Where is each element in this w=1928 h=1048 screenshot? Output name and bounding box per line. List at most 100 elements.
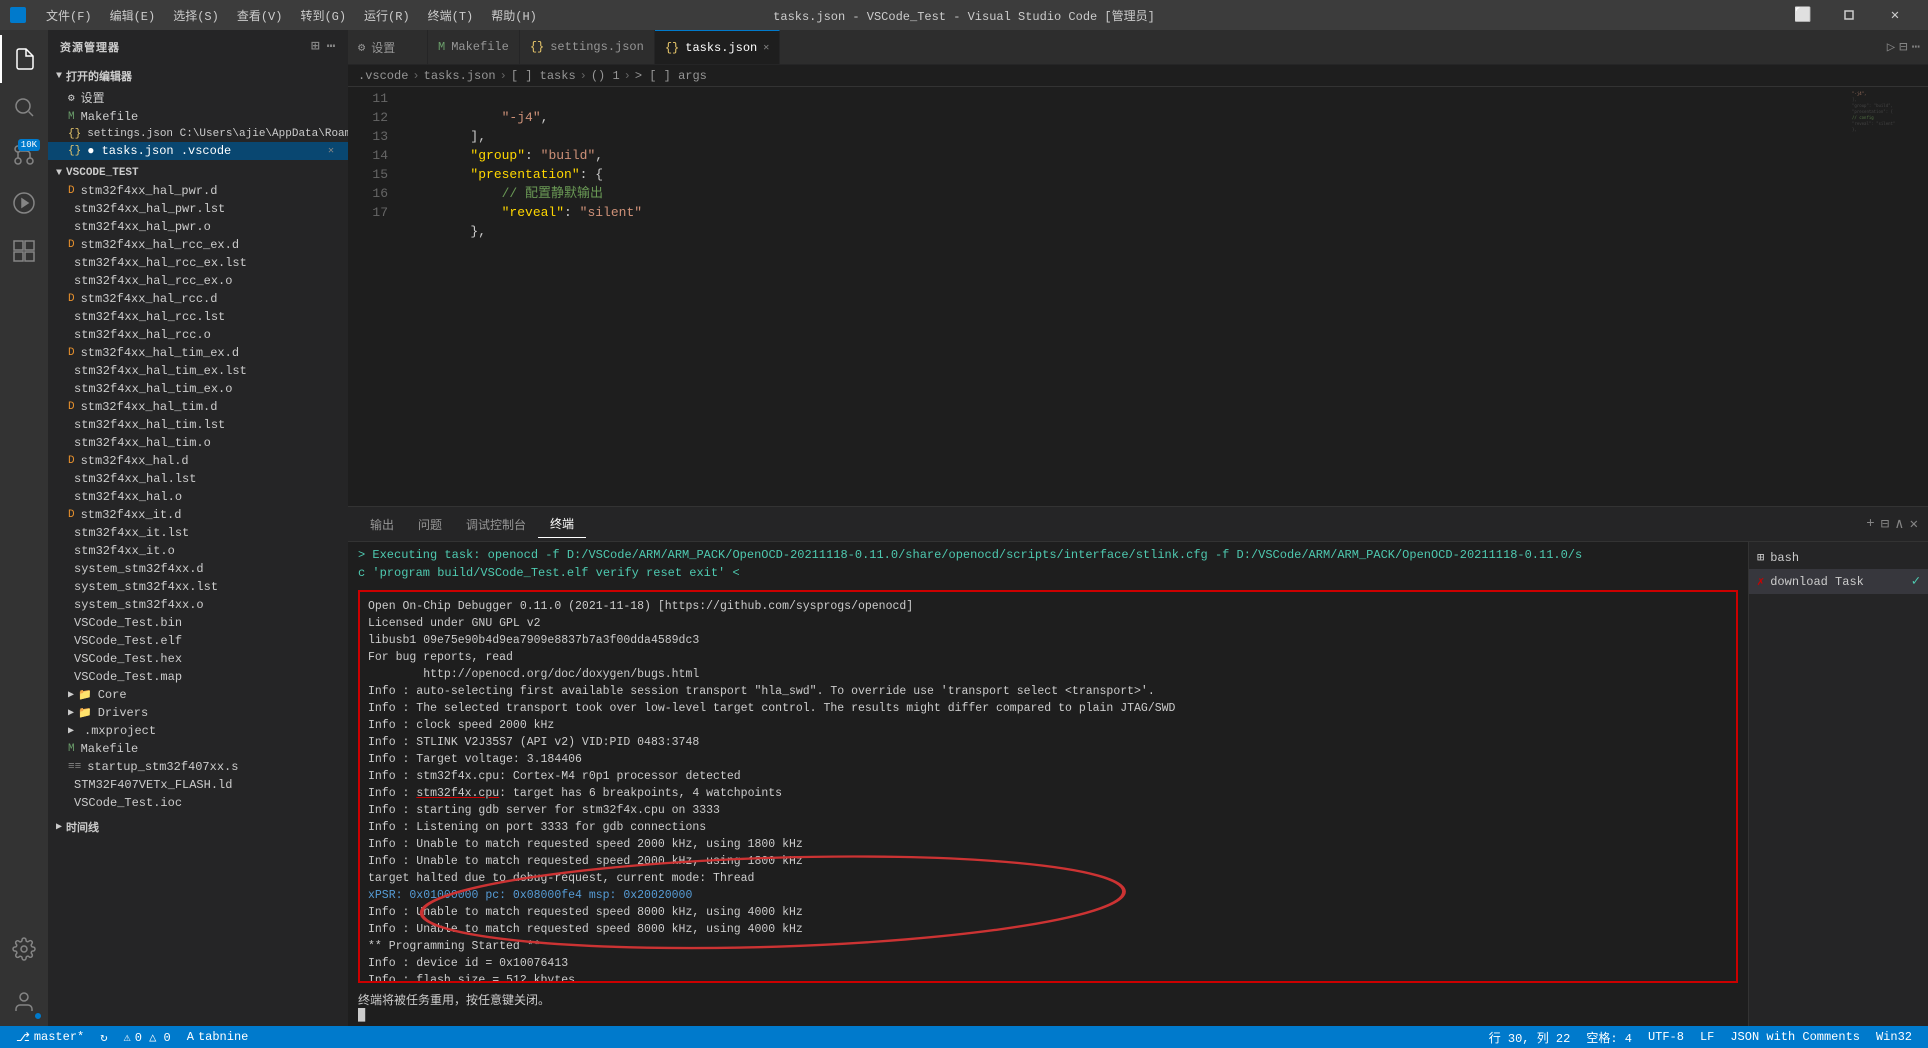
breadcrumb-tasks[interactable]: [ ] tasks (511, 69, 576, 83)
folder-drivers[interactable]: ▶ 📁 Drivers (48, 704, 348, 722)
folder-core[interactable]: ▶ 📁 Core (48, 686, 348, 704)
breadcrumb-args[interactable]: > [ ] args (635, 69, 707, 83)
statusbar-branch[interactable]: ⎇ master* (8, 1026, 92, 1048)
terminal-tab-output[interactable]: 输出 (358, 511, 406, 538)
open-editor-makefile[interactable]: M Makefile (48, 108, 348, 126)
new-file-icon[interactable]: ⊞ (311, 38, 320, 55)
statusbar-tabnine[interactable]: A tabnine (179, 1026, 257, 1048)
eol-text: LF (1700, 1030, 1714, 1044)
activity-extensions[interactable] (0, 227, 48, 275)
timeline-header[interactable]: ▶ 时间线 (48, 816, 348, 838)
terminal-tab-debug[interactable]: 调试控制台 (454, 511, 538, 538)
terminal-tab-problems[interactable]: 问题 (406, 511, 454, 538)
statusbar-position[interactable]: 行 30, 列 22 (1481, 1026, 1579, 1048)
menu-goto[interactable]: 转到(G) (292, 4, 354, 27)
file-stm32-hal-rcc-ex-lst[interactable]: stm32f4xx_hal_rcc_ex.lst (48, 254, 348, 272)
breadcrumb-1[interactable]: () 1 (591, 69, 620, 83)
terminal-tab-terminal[interactable]: 终端 (538, 510, 586, 538)
file-stm32-hal-rcc-d[interactable]: D stm32f4xx_hal_rcc.d (48, 290, 348, 308)
menu-help[interactable]: 帮助(H) (483, 4, 545, 27)
tasks-json-close-icon[interactable]: ✕ (328, 145, 334, 157)
statusbar-encoding[interactable]: UTF-8 (1640, 1026, 1692, 1048)
activity-explorer[interactable] (0, 35, 48, 83)
open-editor-settings[interactable]: ⚙ 设置 (48, 87, 348, 108)
file-stm32-hal-pwr-lst[interactable]: stm32f4xx_hal_pwr.lst (48, 200, 348, 218)
open-editor-settings-json[interactable]: {} settings.json C:\Users\ajie\AppData\R… (48, 126, 348, 142)
file-stm32-hal-tim-d[interactable]: D stm32f4xx_hal_tim.d (48, 398, 348, 416)
breadcrumb-vscode[interactable]: .vscode (358, 69, 408, 83)
close-terminal-icon[interactable]: ✕ (1910, 516, 1918, 533)
file-stm32-hal-rcc-lst[interactable]: stm32f4xx_hal_rcc.lst (48, 308, 348, 326)
tab-settings[interactable]: ⚙ 设置 (348, 30, 428, 64)
split-terminal-icon[interactable]: ⊟ (1881, 516, 1889, 533)
vscode-test-header[interactable]: ▼ VSCODE_TEST (48, 164, 348, 182)
run-icon[interactable]: ▷ (1887, 39, 1895, 56)
tasks-json-tab-close[interactable]: ✕ (763, 42, 769, 54)
file-stm32-hal-pwr-d[interactable]: D stm32f4xx_hal_pwr.d (48, 182, 348, 200)
statusbar-sync[interactable]: ↻ (92, 1026, 115, 1048)
open-editor-tasks-json[interactable]: {} ● tasks.json .vscode ✕ (48, 142, 348, 160)
file-flash-ld[interactable]: STM32F407VETx_FLASH.ld (48, 776, 348, 794)
file-stm32-hal-rcc-ex-o[interactable]: stm32f4xx_hal_rcc_ex.o (48, 272, 348, 290)
menu-view[interactable]: 查看(V) (229, 4, 291, 27)
tab-tasks-json[interactable]: {} tasks.json ✕ (655, 30, 780, 64)
minimize-terminal-icon[interactable]: ∧ (1895, 516, 1903, 533)
file-ioc[interactable]: VSCode_Test.ioc (48, 794, 348, 812)
file-stm32-hal-tim-ex-lst[interactable]: stm32f4xx_hal_tim_ex.lst (48, 362, 348, 380)
menu-run[interactable]: 运行(R) (356, 4, 418, 27)
menu-edit[interactable]: 编辑(E) (102, 4, 164, 27)
file-stm32-hal-lst[interactable]: stm32f4xx_hal.lst (48, 470, 348, 488)
terminal-output-box[interactable]: Open On-Chip Debugger 0.11.0 (2021-11-18… (358, 590, 1738, 983)
menu-select[interactable]: 选择(S) (165, 4, 227, 27)
file-stm32-hal-rcc-ex-d[interactable]: D stm32f4xx_hal_rcc_ex.d (48, 236, 348, 254)
activity-source-control[interactable]: 10K (0, 131, 48, 179)
window-close-button[interactable]: ✕ (1872, 0, 1918, 30)
add-terminal-icon[interactable]: + (1866, 516, 1874, 532)
split-editor-icon[interactable]: ⊟ (1899, 39, 1907, 56)
file-stm32-hal-tim-ex-d[interactable]: D stm32f4xx_hal_tim_ex.d (48, 344, 348, 362)
file-stm32-hal-tim-o[interactable]: stm32f4xx_hal_tim.o (48, 434, 348, 452)
file-stm32-hal-o[interactable]: stm32f4xx_hal.o (48, 488, 348, 506)
sidebar: 资源管理器 ⊞ ⋯ ▼ 打开的编辑器 ⚙ 设置 M Makefile (48, 30, 348, 1026)
file-vscode-test-elf[interactable]: VSCode_Test.elf (48, 632, 348, 650)
statusbar-language[interactable]: JSON with Comments (1722, 1026, 1868, 1048)
activity-account[interactable] (0, 978, 48, 1026)
more-actions-icon[interactable]: ⋯ (1912, 39, 1920, 56)
statusbar-errors[interactable]: ⚠ 0 △ 0 (115, 1026, 178, 1048)
file-makefile[interactable]: M Makefile (48, 740, 348, 758)
code-content[interactable]: "-j4", ], "group": "build", "presentatio… (398, 87, 1848, 506)
file-stm32-hal-tim-lst[interactable]: stm32f4xx_hal_tim.lst (48, 416, 348, 434)
statusbar-platform[interactable]: Win32 (1868, 1026, 1920, 1048)
window-minimize-button[interactable]: ⬜ (1780, 0, 1826, 30)
file-stm32-it-o[interactable]: stm32f4xx_it.o (48, 542, 348, 560)
file-stm32-hal-d[interactable]: D stm32f4xx_hal.d (48, 452, 348, 470)
file-vscode-test-map[interactable]: VSCode_Test.map (48, 668, 348, 686)
breadcrumb-tasks-json[interactable]: tasks.json (424, 69, 496, 83)
statusbar-spaces[interactable]: 空格: 4 (1578, 1026, 1640, 1048)
file-system-stm32-d[interactable]: system_stm32f4xx.d (48, 560, 348, 578)
activity-search[interactable] (0, 83, 48, 131)
file-stm32-it-d[interactable]: D stm32f4xx_it.d (48, 506, 348, 524)
file-startup[interactable]: ≡≡ startup_stm32f407xx.s (48, 758, 348, 776)
menu-file[interactable]: 文件(F) (38, 4, 100, 27)
file-system-stm32-lst[interactable]: system_stm32f4xx.lst (48, 578, 348, 596)
file-vscode-test-bin[interactable]: VSCode_Test.bin (48, 614, 348, 632)
terminal-download-task-item[interactable]: ✗ download Task ✓ (1749, 569, 1928, 594)
file-vscode-test-hex[interactable]: VSCode_Test.hex (48, 650, 348, 668)
new-folder-icon[interactable]: ⋯ (327, 38, 336, 55)
statusbar-eol[interactable]: LF (1692, 1026, 1722, 1048)
tab-settings-json[interactable]: {} settings.json (520, 30, 655, 64)
file-stm32-hal-rcc-o[interactable]: stm32f4xx_hal_rcc.o (48, 326, 348, 344)
open-editors-header[interactable]: ▼ 打开的编辑器 (48, 65, 348, 87)
activity-settings[interactable] (0, 925, 48, 973)
file-stm32-it-lst[interactable]: stm32f4xx_it.lst (48, 524, 348, 542)
folder-mxproject[interactable]: ▶ .mxproject (48, 722, 348, 740)
file-stm32-hal-tim-ex-o[interactable]: stm32f4xx_hal_tim_ex.o (48, 380, 348, 398)
menu-terminal[interactable]: 终端(T) (420, 4, 482, 27)
file-stm32-hal-pwr-o[interactable]: stm32f4xx_hal_pwr.o (48, 218, 348, 236)
terminal-bash-item[interactable]: ⊞ bash (1749, 546, 1928, 569)
window-toggle-button[interactable] (1826, 0, 1872, 30)
activity-debug[interactable] (0, 179, 48, 227)
file-system-stm32-o[interactable]: system_stm32f4xx.o (48, 596, 348, 614)
tab-makefile[interactable]: M Makefile (428, 30, 520, 64)
